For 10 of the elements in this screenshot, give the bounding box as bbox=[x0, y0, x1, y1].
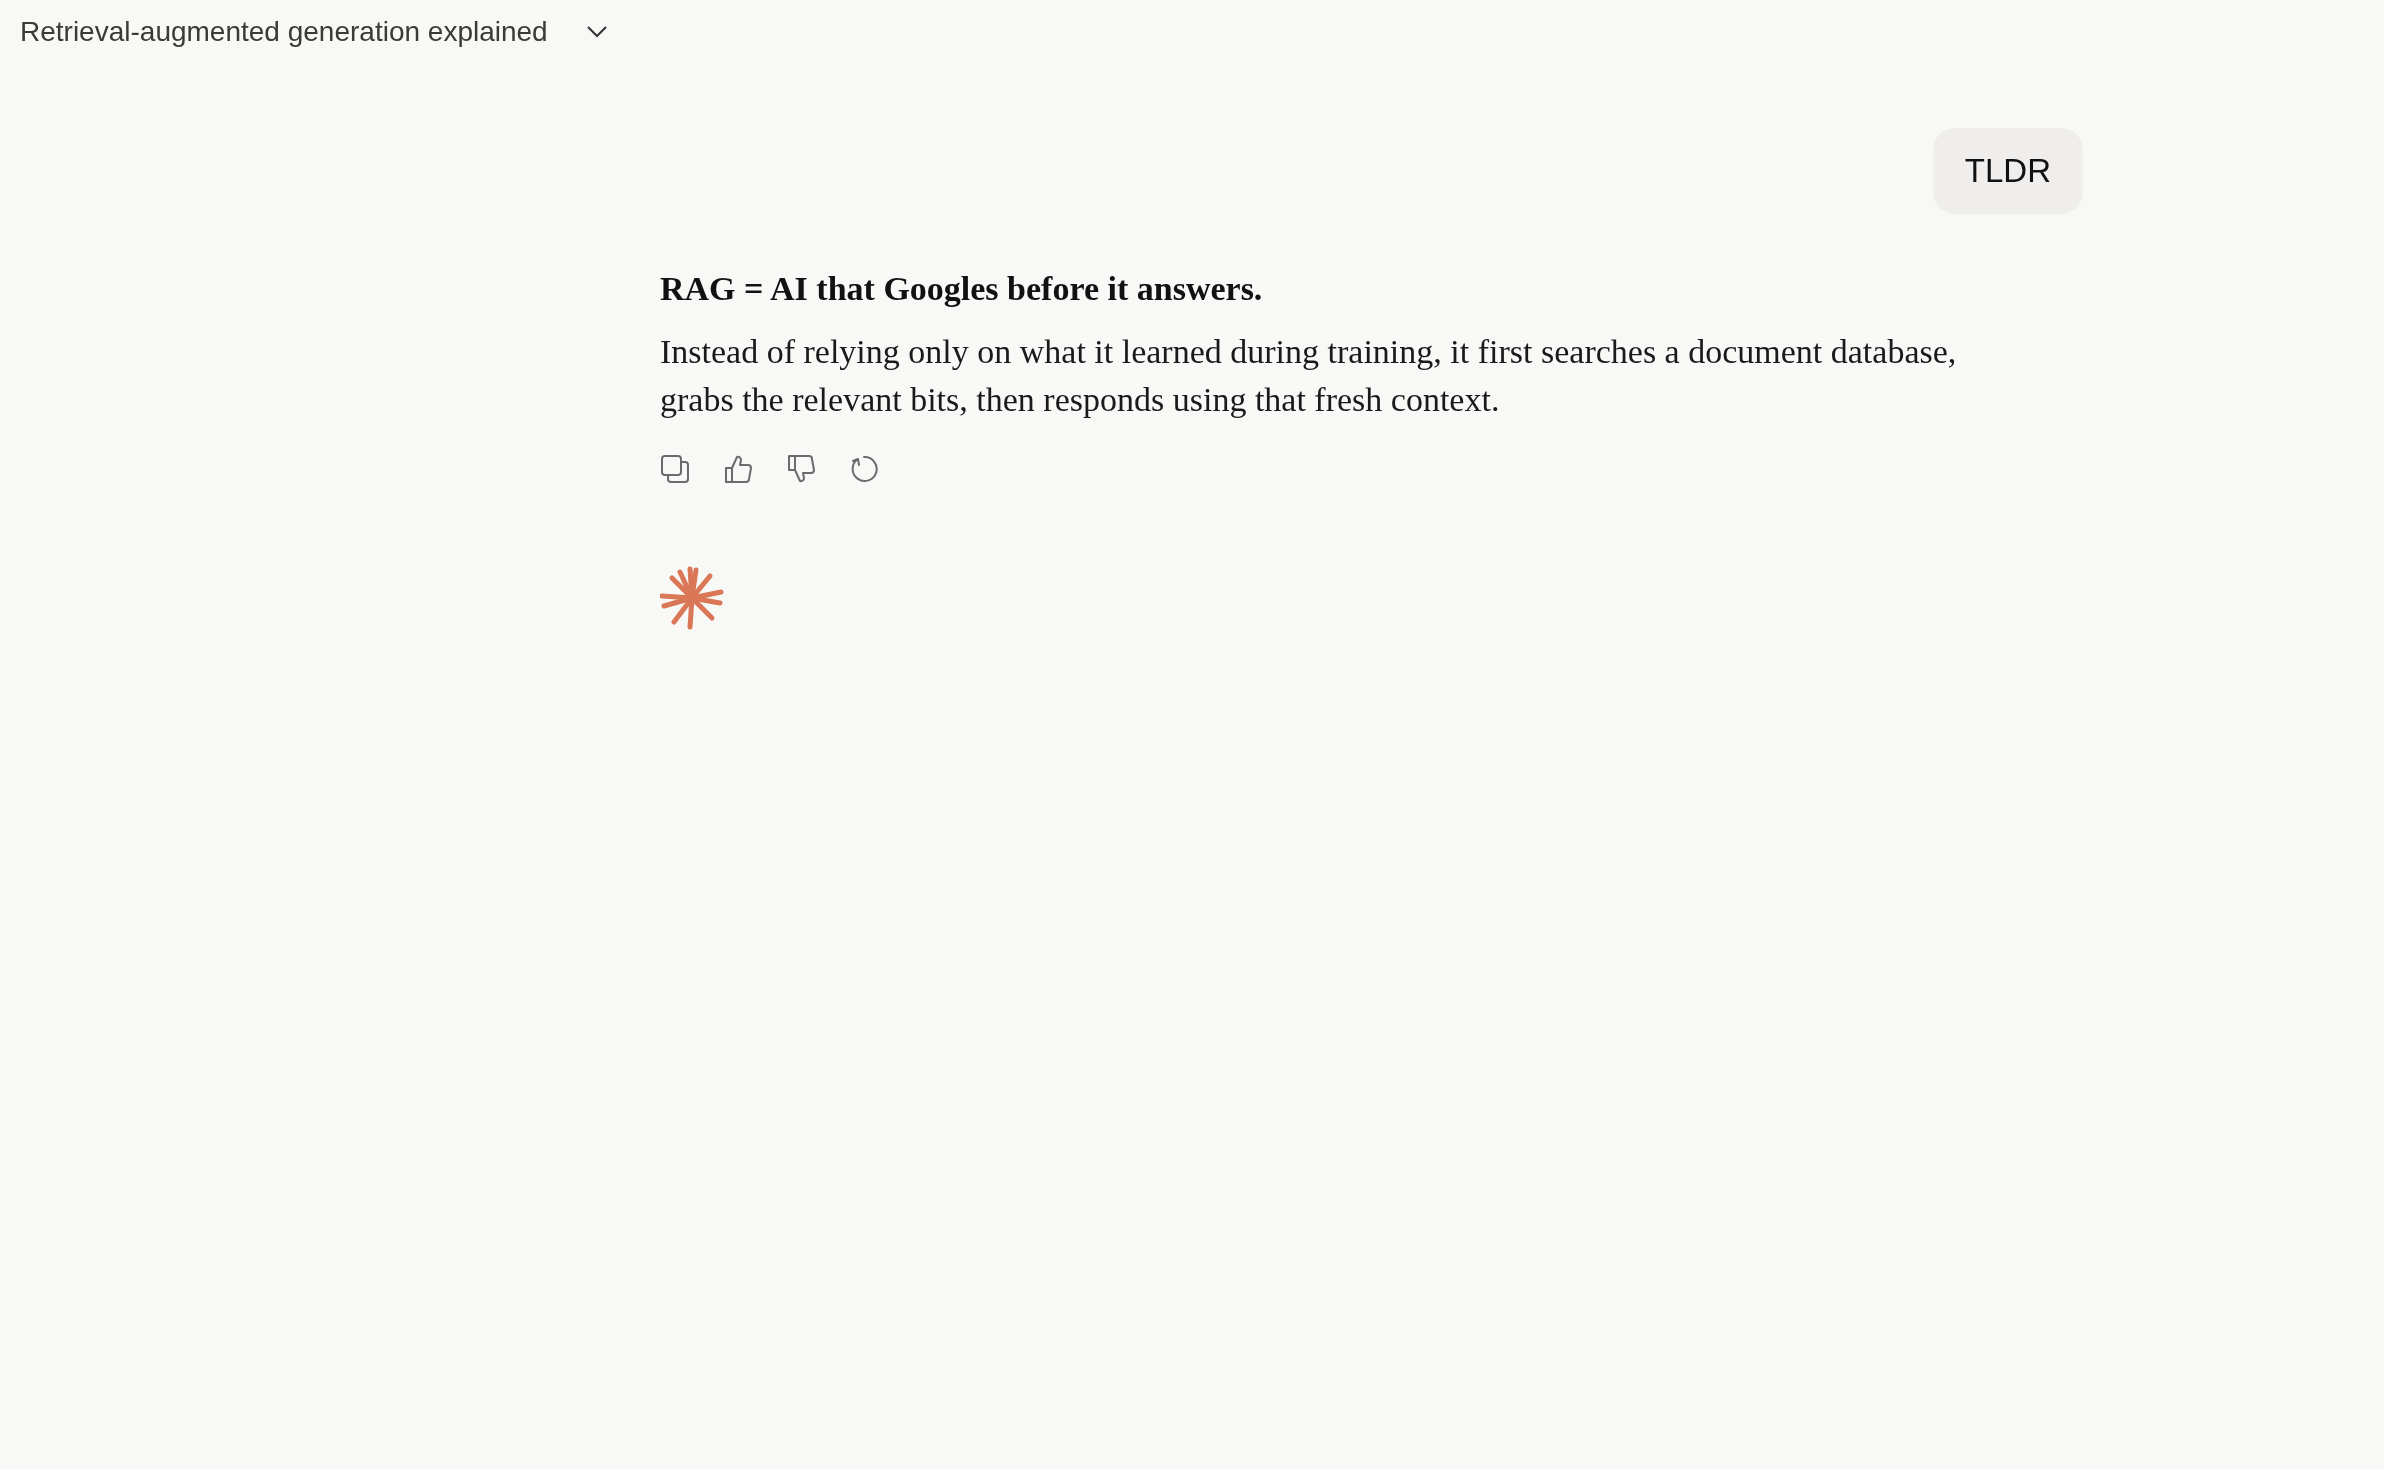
thumbs-down-icon[interactable] bbox=[786, 454, 816, 484]
spark-logo-icon bbox=[660, 566, 724, 630]
chevron-down-icon[interactable] bbox=[585, 25, 608, 39]
thumbs-up-icon[interactable] bbox=[723, 454, 753, 484]
response-text: Instead of relying only on what it learned during training, it first searches a document database, grabs the relevant bits, then responds using that fresh context. bbox=[660, 332, 1958, 420]
chat-title-button[interactable]: Retrieval-augmented generation explained bbox=[20, 16, 548, 48]
response-heading: RAG = AI that Googles before it answers. bbox=[660, 270, 1264, 308]
copy-icon[interactable] bbox=[660, 454, 690, 484]
user-message: TLDR bbox=[1932, 128, 2083, 214]
retry-icon[interactable] bbox=[849, 454, 879, 484]
